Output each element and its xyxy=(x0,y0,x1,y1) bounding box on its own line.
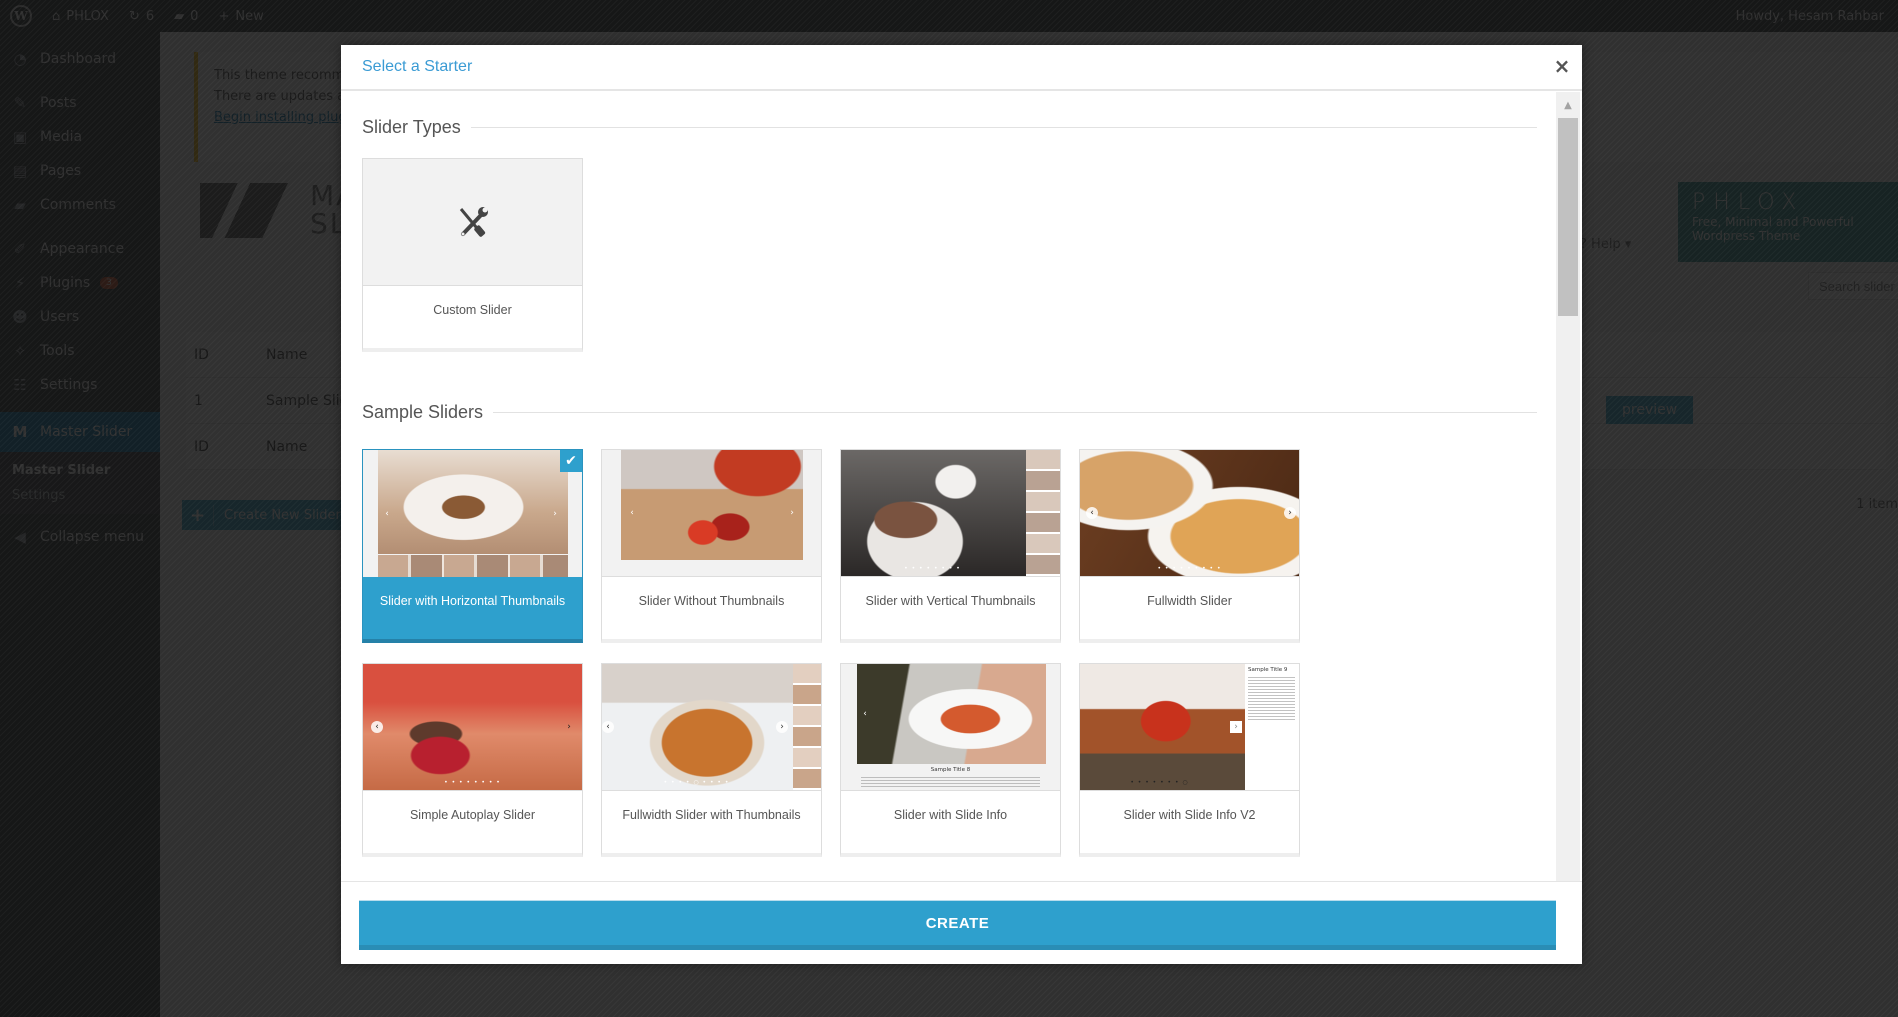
cake-photo xyxy=(378,450,568,554)
prev-arrow-icon: ‹ xyxy=(1086,507,1098,519)
slider-types-heading: Slider Types xyxy=(362,115,1537,139)
modal-title: Select a Starter xyxy=(362,58,473,75)
close-button[interactable]: × xyxy=(1552,56,1572,76)
next-arrow-icon: › xyxy=(567,722,571,732)
vertical-thumbnail-strip xyxy=(1026,450,1060,576)
next-arrow-icon: › xyxy=(790,508,794,518)
starter-card-horizontal-thumbnails[interactable]: ✔ ‹ › Slider with Horizontal Thumbnails xyxy=(362,449,583,643)
slider-types-list: Custom Slider xyxy=(362,158,1537,352)
create-button[interactable]: CREATE xyxy=(359,900,1556,950)
divider xyxy=(470,126,1537,128)
next-arrow-icon: › xyxy=(1230,721,1242,733)
scrollbar-thumb[interactable] xyxy=(1558,118,1578,316)
thumbnail-strip xyxy=(378,555,568,577)
starter-card-slide-info-v2[interactable]: › • • • • • • • ○ Sample Title 9 Slider … xyxy=(1079,663,1300,857)
card-label: Slider with Slide Info xyxy=(893,808,1008,822)
modal-header: Select a Starter xyxy=(341,45,1582,91)
next-arrow-icon: › xyxy=(553,508,557,519)
card-label: Fullwidth Slider with Thumbnails xyxy=(622,808,801,822)
sample-sliders-heading: Sample Sliders xyxy=(362,400,1537,424)
cupcakes-photo xyxy=(363,664,582,790)
slider-preview-image: ‹ › • • • • • • • • • xyxy=(1080,450,1299,577)
prev-arrow-icon: ‹ xyxy=(630,508,634,518)
scroll-up-arrow-icon[interactable]: ▲ xyxy=(1556,92,1580,118)
slider-preview-image: ‹ › • • • • ○ • • • • xyxy=(602,664,821,791)
slide-info-title: Sample Title 8 xyxy=(930,767,971,773)
starter-card-vertical-thumbnails[interactable]: • • • • • • • • Slider with Vertical Thu… xyxy=(840,449,1061,643)
card-label: Slider with Horizontal Thumbnails xyxy=(379,594,566,608)
card-label: Simple Autoplay Slider xyxy=(409,808,536,822)
tools-icon xyxy=(459,207,488,237)
card-label: Slider with Vertical Thumbnails xyxy=(865,594,1036,608)
checkmark-icon: ✔ xyxy=(560,450,582,472)
salad-photo xyxy=(857,664,1046,764)
strawberries-photo xyxy=(621,450,803,560)
pagination-dots: • • • • • • • • xyxy=(444,779,501,786)
card-label: Fullwidth Slider xyxy=(1147,594,1232,608)
next-arrow-icon: › xyxy=(1284,507,1296,519)
sample-sliders-list: ✔ ‹ › Slider with Horizontal Thumbnails … xyxy=(362,449,1537,857)
card-label: Slider Without Thumbnails xyxy=(638,594,785,608)
starter-card-fullwidth[interactable]: ‹ › • • • • • • • • • Fullwidth Slider xyxy=(1079,449,1300,643)
slider-preview-image: ‹ › xyxy=(602,450,821,577)
strawberry-bowl-photo xyxy=(1080,664,1245,790)
starter-card-without-thumbnails[interactable]: ‹ › Slider Without Thumbnails xyxy=(601,449,822,643)
starter-card-custom-slider[interactable]: Custom Slider xyxy=(362,158,583,352)
modal-scroll-area[interactable]: Slider Types Custom Slider Sample Slider… xyxy=(341,92,1582,882)
vertical-thumbnail-strip xyxy=(793,664,821,790)
next-arrow-icon: › xyxy=(776,721,788,733)
slide-info-text xyxy=(1248,677,1295,722)
cake-coffee-photo xyxy=(841,450,1026,576)
pagination-dots: • • • • • • • ○ xyxy=(1130,779,1189,786)
prev-arrow-icon: ‹ xyxy=(385,508,389,519)
slide-info-text xyxy=(861,777,1040,787)
starter-card-fullwidth-thumbnails[interactable]: ‹ › • • • • ○ • • • • Fullwidth Slider w… xyxy=(601,663,822,857)
pagination-dots: • • • • • • • • • xyxy=(1157,565,1222,572)
starter-card-simple-autoplay[interactable]: ‹ › • • • • • • • • Simple Autoplay Slid… xyxy=(362,663,583,857)
modal-footer: CREATE xyxy=(341,883,1582,964)
slide-info-title: Sample Title 9 xyxy=(1248,667,1288,673)
divider xyxy=(493,411,1537,413)
slider-preview-image: • • • • • • • • xyxy=(841,450,1060,577)
pastries-photo xyxy=(1080,450,1299,576)
card-label: Custom Slider xyxy=(433,303,512,317)
card-label: Slider with Slide Info V2 xyxy=(1123,808,1256,822)
select-starter-modal: Select a Starter × Slider Types Custom S… xyxy=(341,45,1582,964)
slider-preview-image: › • • • • • • • ○ Sample Title 9 xyxy=(1080,664,1299,791)
pizza-photo xyxy=(602,664,793,790)
slider-preview-image: ‹ › • • • • • • • • xyxy=(363,664,582,791)
prev-arrow-icon: ‹ xyxy=(371,721,383,733)
modal-scrollbar[interactable]: ▲ xyxy=(1556,92,1580,881)
slider-preview-image: ‹ Sample Title 8 xyxy=(841,664,1060,791)
prev-arrow-icon: ‹ xyxy=(602,721,614,733)
close-icon: × xyxy=(1553,54,1571,78)
slider-preview-image: ‹ › xyxy=(363,450,582,577)
pagination-dots: • • • • • • • • xyxy=(904,565,961,572)
starter-card-slide-info[interactable]: ‹ Sample Title 8 Slider with Slide Info xyxy=(840,663,1061,857)
pagination-dots: • • • • ○ • • • • xyxy=(663,779,730,786)
